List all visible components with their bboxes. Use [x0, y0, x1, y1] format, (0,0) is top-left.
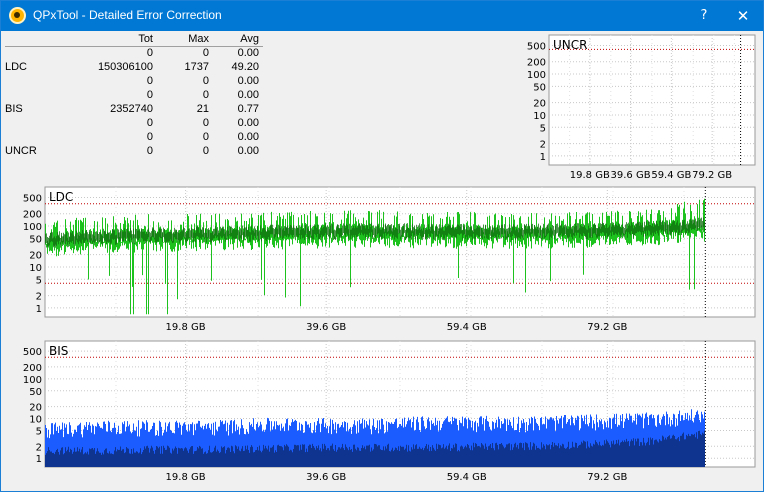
row-max: 0 — [202, 89, 209, 101]
close-button[interactable]: ✕ — [729, 5, 757, 27]
header-tot: Tot — [138, 33, 153, 45]
client-area: Tot Max Avg 0 0 0.00 LDC 150306100 1737 … — [1, 31, 763, 491]
y-tick-label: 50 — [29, 387, 42, 398]
row-tot: 0 — [146, 89, 153, 101]
y-tick-label: 100 — [23, 222, 42, 233]
y-tick-label: 10 — [533, 111, 546, 122]
row-avg: 0.00 — [237, 89, 259, 101]
row-avg: 0.00 — [237, 75, 259, 87]
x-tick-label: 59.4 GB — [447, 472, 487, 483]
x-tick-label: 19.8 GB — [166, 472, 206, 483]
y-tick-label: 500 — [527, 41, 546, 52]
y-tick-label: 50 — [29, 234, 42, 245]
y-tick-label: 200 — [23, 210, 42, 221]
title-bar[interactable]: QPxTool - Detailed Error Correction ? ✕ — [1, 1, 763, 31]
qpxtool-app-icon — [9, 7, 26, 24]
row-tot: 2352740 — [110, 103, 153, 115]
y-tick-label: 200 — [527, 58, 546, 69]
row-label: BIS — [5, 103, 23, 115]
row-max: 1737 — [184, 61, 209, 73]
row-tot: 150306100 — [97, 61, 153, 73]
y-tick-label: 5 — [36, 275, 42, 286]
row-max: 0 — [202, 75, 209, 87]
x-tick-label: 19.8 GB — [570, 170, 610, 181]
x-tick-label: 39.6 GB — [306, 322, 346, 333]
y-tick-label: 10 — [29, 415, 42, 426]
y-tick-label: 200 — [23, 363, 42, 374]
row-avg: 0.00 — [237, 145, 259, 157]
stats-row-ldc: LDC 150306100 1737 49.20 — [5, 61, 263, 75]
stats-row: 0 0 0.00 — [5, 131, 263, 145]
row-avg: 49.20 — [231, 61, 259, 73]
row-avg: 0.77 — [237, 103, 259, 115]
stats-row: 0 0 0.00 — [5, 117, 263, 131]
row-tot: 0 — [146, 75, 153, 87]
y-tick-label: 2 — [36, 292, 42, 303]
stats-row-bis: BIS 2352740 21 0.77 — [5, 103, 263, 117]
row-max: 0 — [202, 145, 209, 157]
row-avg: 0.00 — [237, 47, 259, 59]
x-tick-label: 19.8 GB — [166, 322, 206, 333]
y-tick-label: 100 — [23, 375, 42, 386]
y-tick-label: 2 — [36, 442, 42, 453]
y-tick-label: 50 — [533, 82, 546, 93]
y-tick-label: 500 — [23, 347, 42, 358]
chart-title: UNCR — [553, 38, 587, 52]
x-tick-label: 59.4 GB — [651, 170, 691, 181]
ldc-chart: 500 20010050 20105 21 19.8 GB 39.6 GB 59.4 GB 7… — [23, 186, 756, 333]
window-title: QPxTool - Detailed Error Correction — [33, 8, 222, 22]
row-max: 21 — [196, 103, 209, 115]
stats-row: 0 0 0.00 — [5, 75, 263, 89]
y-tick-label: 5 — [540, 123, 546, 134]
y-tick-label: 20 — [29, 251, 42, 262]
y-tick-label: 2 — [540, 140, 546, 151]
help-button[interactable]: ? — [691, 5, 717, 27]
chart-title: BIS — [49, 344, 68, 358]
stats-row: 0 0 0.00 — [5, 89, 263, 103]
row-avg: 0.00 — [237, 131, 259, 143]
stats-row-uncr: UNCR 0 0 0.00 — [5, 145, 263, 159]
x-tick-label: 39.6 GB — [611, 170, 651, 181]
row-max: 0 — [202, 131, 209, 143]
chart-title: LDC — [49, 190, 73, 204]
x-tick-label: 79.2 GB — [587, 472, 627, 483]
row-avg: 0.00 — [237, 117, 259, 129]
row-tot: 0 — [146, 131, 153, 143]
y-tick-label: 20 — [29, 403, 42, 414]
header-max: Max — [188, 33, 209, 45]
y-tick-label: 1 — [540, 152, 546, 163]
y-tick-label: 10 — [29, 263, 42, 274]
x-tick-label: 79.2 GB — [587, 322, 627, 333]
window: QPxTool - Detailed Error Correction ? ✕ … — [0, 0, 764, 492]
y-tick-label: 1 — [36, 454, 42, 465]
row-max: 0 — [202, 117, 209, 129]
bis-chart: 500 20010050 20105 21 19.8 GB 39.6 GB 59.4 GB 7… — [23, 340, 756, 483]
row-label: UNCR — [5, 145, 37, 157]
y-tick-label: 5 — [36, 426, 42, 437]
stats-header-row: Tot Max Avg — [5, 33, 263, 47]
y-tick-label: 100 — [527, 70, 546, 81]
x-tick-label: 79.2 GB — [692, 170, 732, 181]
y-tick-label: 20 — [533, 99, 546, 110]
row-max: 0 — [202, 47, 209, 59]
y-tick-label: 500 — [23, 193, 42, 204]
stats-table: Tot Max Avg 0 0 0.00 LDC 150306100 1737 … — [5, 33, 263, 159]
header-avg: Avg — [240, 33, 259, 45]
row-tot: 0 — [146, 47, 153, 59]
row-tot: 0 — [146, 145, 153, 157]
row-tot: 0 — [146, 117, 153, 129]
y-tick-label: 1 — [36, 304, 42, 315]
uncr-chart: 500 20010050 20105 21 19.8 GB 39.6 GB 59.4 GB 7… — [527, 34, 756, 181]
x-tick-label: 39.6 GB — [306, 472, 346, 483]
row-label: LDC — [5, 61, 28, 73]
stats-row: 0 0 0.00 — [5, 47, 263, 61]
x-tick-label: 59.4 GB — [447, 322, 487, 333]
